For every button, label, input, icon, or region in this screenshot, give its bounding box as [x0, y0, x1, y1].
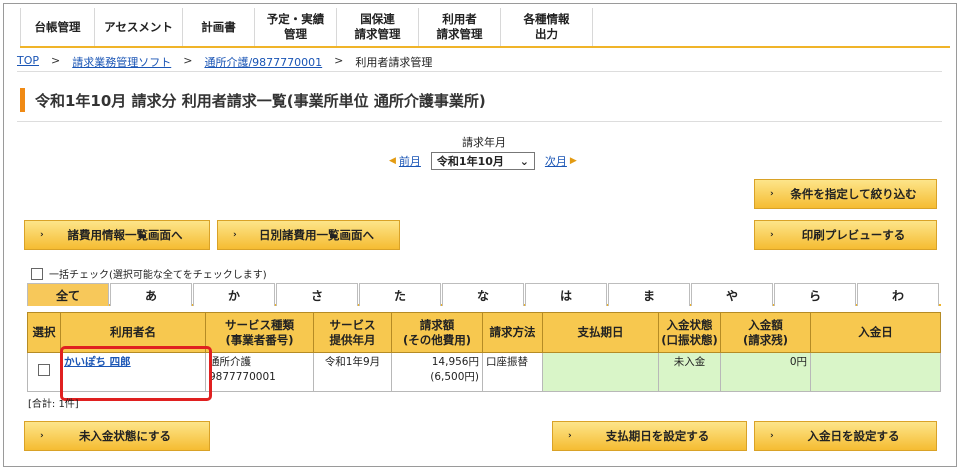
daily-expenses-button[interactable]: › 日別諸費用一覧画面へ: [217, 220, 400, 250]
other-fee-value: (6,500円): [430, 371, 479, 383]
breadcrumb-office[interactable]: 通所介護/9877770001: [204, 54, 322, 70]
kana-tab-ra[interactable]: ら: [774, 283, 856, 306]
breadcrumb-separator: >: [334, 54, 344, 67]
check-all-checkbox[interactable]: [31, 267, 43, 280]
nav-tab-output[interactable]: 各種情報 出力: [501, 8, 593, 46]
nav-tab-schedule[interactable]: 予定・実績 管理: [255, 8, 337, 46]
breadcrumb-separator: >: [183, 54, 193, 67]
kana-tab-ya[interactable]: や: [691, 283, 773, 306]
method-cell: 口座振替: [482, 352, 543, 392]
chevron-down-icon: ⌄: [519, 154, 529, 168]
nav-tab-ledger[interactable]: 台帳管理: [20, 8, 95, 46]
arrow-right-icon: ›: [40, 230, 44, 240]
nav-tab-assessment[interactable]: アセスメント: [95, 8, 183, 46]
kana-tabs: 全て あ か さ た な は ま や ら わ: [27, 283, 941, 306]
nav-tab-plan[interactable]: 計画書: [183, 8, 255, 46]
kana-tab-ka[interactable]: か: [193, 283, 275, 306]
next-month-link[interactable]: 次月: [545, 153, 567, 169]
print-preview-button[interactable]: › 印刷プレビューする: [754, 220, 937, 250]
deposit-cell: 0円: [720, 352, 811, 392]
row-checkbox[interactable]: [38, 363, 50, 376]
kana-tab-sa[interactable]: さ: [276, 283, 358, 306]
kana-tab-ma[interactable]: ま: [608, 283, 690, 306]
page-title-text: 令和1年10月 請求分 利用者請求一覧(事業所単位 通所介護事業所): [35, 91, 486, 110]
amount-cell: 14,956円 (6,500円): [391, 352, 483, 392]
main-nav: 台帳管理 アセスメント 計画書 予定・実績 管理 国保連 請求管理 利用者 請求…: [20, 8, 950, 48]
kana-tab-a[interactable]: あ: [110, 283, 192, 306]
col-status: 入金状態 (口振状態): [658, 312, 721, 353]
set-pay-date-button-label: 支払期日を設定する: [605, 429, 710, 443]
row-select-cell: [27, 352, 61, 392]
service-type: 通所介護: [209, 356, 251, 368]
filter-button-label: 条件を指定して絞り込む: [790, 187, 917, 201]
check-all: 一括チェック(選択可能な全てをチェックします): [31, 266, 267, 281]
prev-month-link[interactable]: 前月: [399, 153, 421, 169]
page-title: 令和1年10月 請求分 利用者請求一覧(事業所単位 通所介護事業所): [20, 87, 486, 113]
kana-tab-ta[interactable]: た: [359, 283, 441, 306]
daily-expenses-button-label: 日別諸費用一覧画面へ: [259, 228, 374, 242]
title-accent-bar: [20, 88, 25, 112]
provider-number: 9877770001: [209, 371, 276, 383]
triangle-left-icon: ◀: [389, 156, 396, 166]
set-deposit-date-button-label: 入金日を設定する: [807, 429, 900, 443]
col-method: 請求方法: [482, 312, 543, 353]
misc-expenses-button[interactable]: › 諸費用情報一覧画面へ: [24, 220, 210, 250]
filter-button[interactable]: › 条件を指定して絞り込む: [754, 179, 937, 209]
period-selector: ◀ 前月 令和1年10月 ⌄ 次月 ▶: [389, 152, 577, 170]
col-service: サービス種類 (事業者番号): [205, 312, 314, 353]
nav-tab-kokuho[interactable]: 国保連 請求管理: [337, 8, 419, 46]
period-select[interactable]: 令和1年10月 ⌄: [430, 152, 535, 170]
unpaid-status-button[interactable]: › 未入金状態にする: [24, 421, 210, 451]
breadcrumb-separator: >: [51, 54, 61, 67]
col-amount: 請求額 (その他費用): [391, 312, 483, 353]
status-cell: 未入金: [658, 352, 721, 392]
arrow-right-icon: ›: [233, 230, 237, 240]
set-pay-date-button[interactable]: › 支払期日を設定する: [552, 421, 747, 451]
col-select: 選択: [27, 312, 61, 353]
total-count: [合計: 1件]: [28, 399, 79, 410]
breadcrumb-current: 利用者請求管理: [355, 56, 433, 69]
misc-expenses-button-label: 諸費用情報一覧画面へ: [67, 228, 183, 242]
breadcrumb: TOP > 請求業務管理ソフト > 通所介護/9877770001 > 利用者請…: [17, 54, 432, 70]
check-all-label: 一括チェック(選択可能な全てをチェックします): [49, 270, 267, 281]
period-select-value: 令和1年10月: [436, 155, 504, 168]
nav-tab-user-billing[interactable]: 利用者 請求管理: [419, 8, 501, 46]
highlight-box: [60, 346, 212, 401]
kana-tab-all[interactable]: 全て: [27, 283, 109, 306]
deposit-date-cell: [810, 352, 941, 392]
kana-tab-ha[interactable]: は: [525, 283, 607, 306]
col-month: サービス 提供年月: [313, 312, 392, 353]
breadcrumb-top[interactable]: TOP: [17, 54, 39, 70]
breadcrumb-billing-software[interactable]: 請求業務管理ソフト: [72, 54, 171, 70]
triangle-right-icon: ▶: [569, 156, 577, 166]
divider: [17, 121, 942, 122]
col-deposit: 入金額 (請求残): [720, 312, 811, 353]
arrow-right-icon: ›: [40, 431, 44, 441]
col-deposit-date: 入金日: [810, 312, 941, 353]
col-pay-date: 支払期日: [542, 312, 659, 353]
arrow-right-icon: ›: [770, 230, 774, 240]
kana-tab-wa[interactable]: わ: [857, 283, 939, 306]
app-window: 台帳管理 アセスメント 計画書 予定・実績 管理 国保連 請求管理 利用者 請求…: [3, 3, 957, 467]
kana-tab-na[interactable]: な: [442, 283, 524, 306]
pay-date-cell: [542, 352, 659, 392]
period-label: 請求年月: [462, 136, 506, 149]
arrow-right-icon: ›: [770, 189, 774, 199]
month-cell: 令和1年9月: [313, 352, 392, 392]
arrow-right-icon: ›: [568, 431, 572, 441]
set-deposit-date-button[interactable]: › 入金日を設定する: [754, 421, 937, 451]
service-cell: 通所介護 9877770001: [205, 352, 314, 392]
amount-value: 14,956円: [431, 356, 479, 368]
print-preview-button-label: 印刷プレビューする: [801, 228, 906, 242]
unpaid-status-button-label: 未入金状態にする: [78, 429, 172, 443]
arrow-right-icon: ›: [770, 431, 774, 441]
divider: [17, 71, 942, 72]
